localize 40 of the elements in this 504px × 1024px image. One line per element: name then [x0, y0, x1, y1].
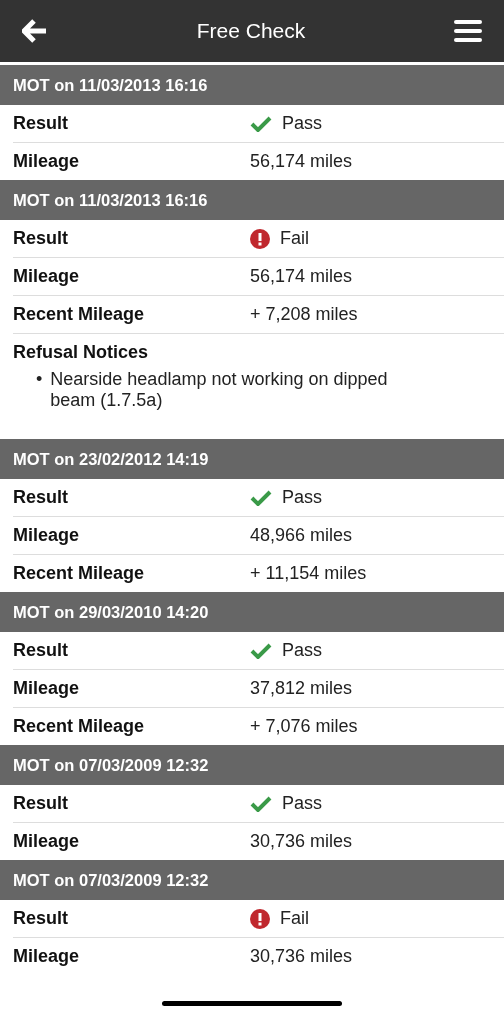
result-value: Pass	[282, 793, 323, 814]
row-label: Recent Mileage	[13, 304, 146, 325]
row-value: 56,174 miles	[250, 151, 353, 172]
screen-title: Free Check	[196, 19, 306, 43]
row-label: Recent Mileage	[13, 716, 146, 737]
section-header: MOT on 07/03/2009 12:32	[0, 860, 504, 900]
section-header: MOT on 29/03/2010 14:20	[0, 592, 504, 632]
result-value: Pass	[282, 113, 323, 134]
row-label: Result	[13, 487, 69, 508]
row-label: Mileage	[13, 266, 81, 287]
row-value: + 11,154 miles	[250, 563, 367, 584]
row-label: Result	[13, 908, 69, 929]
row-value: 30,736 miles	[250, 831, 353, 852]
row-label: Mileage	[13, 678, 81, 699]
bullet: •	[36, 369, 43, 391]
result-value: Pass	[282, 640, 323, 661]
row-label: Result	[13, 113, 69, 134]
result-value: Fail	[280, 908, 309, 929]
section-header: MOT on 11/03/2013 16:16	[0, 180, 504, 220]
notice-item: Nearside headlamp not working on dipped beam (1.7.5a)	[50, 369, 389, 411]
section-header: MOT on 23/02/2012 14:19	[0, 439, 504, 479]
row-value: 30,736 miles	[250, 946, 353, 967]
row-value: + 7,076 miles	[250, 716, 358, 737]
row-label: Result	[13, 640, 69, 661]
row-label: Result	[13, 228, 69, 249]
notices-label: Refusal Notices	[13, 333, 504, 369]
row-label: Recent Mileage	[13, 563, 146, 584]
section-header: MOT on 11/03/2013 16:16	[0, 65, 504, 105]
result-value: Fail	[280, 228, 309, 249]
row-value: 56,174 miles	[250, 266, 353, 287]
row-value: + 7,208 miles	[250, 304, 358, 325]
section-header: MOT on 07/03/2009 12:32	[0, 745, 504, 785]
row-label: Mileage	[13, 946, 81, 967]
result-value: Pass	[282, 487, 323, 508]
row-label: Mileage	[13, 525, 81, 546]
row-label: Mileage	[13, 151, 81, 172]
row-label: Result	[13, 793, 69, 814]
row-label: Mileage	[13, 831, 81, 852]
row-value: 37,812 miles	[250, 678, 353, 699]
row-value: 48,966 miles	[250, 525, 353, 546]
